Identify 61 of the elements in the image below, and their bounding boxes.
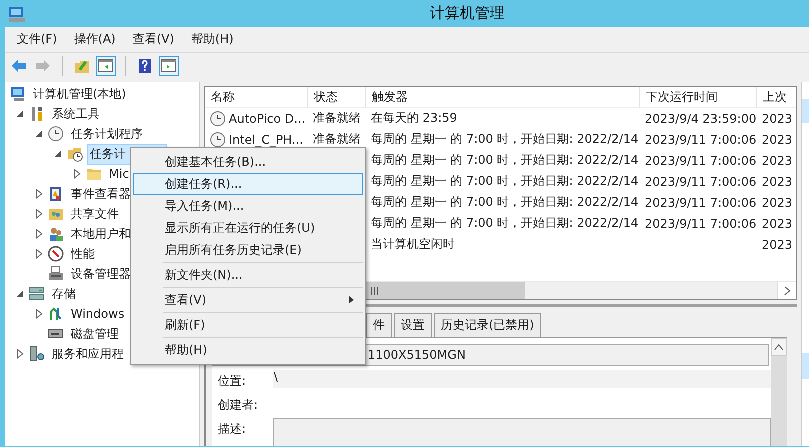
column-header[interactable]: 下次运行时间: [640, 87, 757, 108]
table-cell: 2023: [762, 238, 793, 252]
table-cell: 每周的 星期一 的 7:00 时，开始日期: 2022/2/14: [371, 215, 639, 232]
table-cell: 2023: [762, 196, 793, 210]
tree-item[interactable]: 事件查看器: [68, 184, 134, 204]
table-cell: 准备就绪: [313, 110, 361, 127]
column-header[interactable]: 状态: [308, 87, 366, 108]
table-cell: 2023/9/11 7:00:06: [645, 216, 757, 230]
window-title: 计算机管理: [430, 4, 505, 23]
table-cell: 2023/9/11 7:00:06: [645, 174, 757, 188]
menu-item[interactable]: 新文件夹(N)...: [133, 264, 363, 286]
table-cell: 每周的 星期一 的 7:00 时，开始日期: 2022/2/14: [371, 152, 639, 169]
table-cell: 每周的 星期一 的 7:00 时，开始日期: 2022/2/14: [371, 194, 639, 211]
menu-item[interactable]: 启用所有任务历史记录(E): [133, 239, 363, 261]
tree-item[interactable]: 计算机管理(本地): [30, 84, 130, 104]
tab[interactable]: 历史记录(已禁用): [434, 313, 542, 337]
table-cell: 在每天的 23:59: [371, 110, 458, 127]
table-cell: 2023: [762, 216, 793, 230]
menu-item[interactable]: 查看(V): [133, 289, 363, 311]
field-label: 描述:: [218, 421, 248, 438]
tree-item[interactable]: 设备管理器: [68, 264, 134, 284]
tree-item[interactable]: Mic: [106, 165, 132, 183]
tree-item[interactable]: 存储: [49, 284, 79, 304]
table-cell: AutoPico D...: [229, 112, 306, 126]
tree-item[interactable]: 性能: [68, 244, 98, 264]
menu-item[interactable]: 操作(A): [71, 31, 124, 48]
tree-item[interactable]: 磁盘管理: [68, 324, 122, 344]
table-cell: 2023/9/11 7:00:06: [645, 154, 757, 168]
tree-item[interactable]: 系统工具: [49, 104, 103, 124]
table-cell: Intel_C_PH...: [229, 132, 304, 146]
menu-item[interactable]: 帮助(H): [188, 31, 242, 48]
field-label: 位置:: [218, 373, 248, 390]
column-header[interactable]: 上次: [757, 87, 796, 108]
field-label: 创建者:: [218, 397, 260, 414]
tree-item[interactable]: 任务计划程序: [68, 124, 146, 144]
table-cell: 2023/9/4 23:59:00: [645, 112, 757, 126]
table-cell: 当计算机空闲时: [371, 236, 455, 253]
table-cell: 2023: [762, 154, 793, 168]
table-cell: 每周的 星期一 的 7:00 时，开始日期: 2022/2/14: [371, 131, 639, 148]
tree-item[interactable]: 本地用户和: [68, 224, 134, 244]
menu-item[interactable]: 创建任务(R)...: [133, 173, 363, 195]
menu-item[interactable]: 显示所有正在运行的任务(U): [133, 217, 363, 239]
tree-item[interactable]: 服务和应用程: [49, 344, 127, 364]
column-header[interactable]: 名称: [205, 87, 308, 108]
tree-item[interactable]: 共享文件: [68, 204, 122, 224]
field-value: \: [273, 370, 771, 388]
menu-item[interactable]: 查看(V): [130, 31, 182, 48]
table-cell: 2023: [762, 174, 793, 188]
menu-item[interactable]: 导入任务(M)...: [133, 195, 363, 217]
menu-item[interactable]: 刷新(F): [133, 314, 363, 336]
table-cell: 准备就绪: [313, 131, 361, 148]
menu-item[interactable]: 文件(F): [14, 31, 66, 48]
table-cell: 每周的 星期一 的 7:00 时，开始日期: 2022/2/14: [371, 173, 639, 190]
table-cell: 2023: [762, 132, 793, 146]
table-cell: 2023: [762, 112, 793, 126]
tab[interactable]: 件: [366, 313, 392, 337]
tree-item[interactable]: Windows: [68, 305, 128, 323]
column-header[interactable]: 触发器: [366, 87, 640, 108]
table-cell: 2023/9/11 7:00:06: [645, 196, 757, 210]
tab[interactable]: 设置: [394, 313, 432, 337]
table-cell: 2023/9/11 7:00:06: [645, 132, 757, 146]
